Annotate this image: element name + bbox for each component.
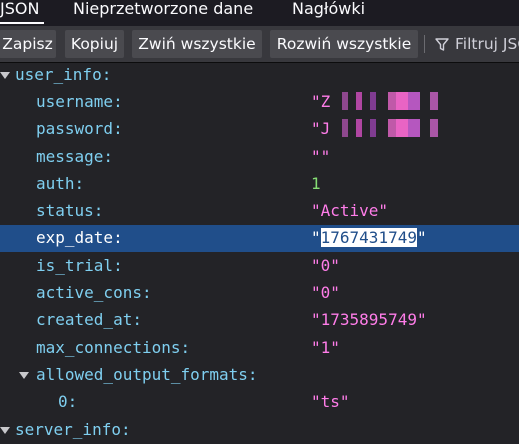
value-exp-date[interactable]: "1767431749" [311, 228, 427, 247]
tab-raw-data[interactable]: Nieprzetworzone dane [73, 0, 253, 22]
key-message: message: [36, 147, 114, 166]
tree-row-auth[interactable]: auth: 1 [0, 171, 519, 198]
viewer-tabs: JSON Nieprzetworzone dane Nagłówki [0, 0, 519, 26]
tree-row-max-connections[interactable]: max_connections: "1" [0, 335, 519, 362]
tree-row-format-0[interactable]: 0: "ts" [0, 389, 519, 416]
value-max-connections: "1" [311, 338, 340, 357]
tab-headers[interactable]: Nagłówki [292, 0, 365, 22]
tree-row-is-trial[interactable]: is_trial: "0" [0, 253, 519, 280]
funnel-icon [435, 38, 449, 51]
filter-placeholder: Filtruj JSON [455, 35, 519, 53]
expanded-twisty-icon[interactable] [0, 427, 10, 434]
active-tab-indicator [0, 22, 44, 24]
key-password: password: [36, 119, 123, 138]
value-format-0: "ts" [311, 392, 350, 411]
value-created-at: "1735895749" [311, 310, 427, 329]
key-username: username: [36, 92, 123, 111]
expanded-twisty-icon[interactable] [0, 72, 10, 79]
expanded-twisty-icon[interactable] [19, 372, 29, 379]
key-allowed-output-formats: allowed_output_formats: [36, 365, 258, 384]
filter-json-input[interactable]: Filtruj JSON [434, 30, 519, 58]
tree-row-status[interactable]: status: "Active" [0, 198, 519, 225]
tab-raw-data-label: Nieprzetworzone dane [73, 0, 254, 18]
tree-row-password[interactable]: password: "J [0, 116, 519, 143]
tree-row-message[interactable]: message: "" [0, 144, 519, 171]
value-username-prefix: "Z [311, 92, 331, 111]
key-is-trial: is_trial: [36, 256, 123, 275]
tab-headers-label: Nagłówki [292, 0, 366, 18]
key-max-connections: max_connections: [36, 338, 191, 357]
toolbar-divider [424, 35, 425, 53]
tree-row-user-info[interactable]: user_info: [0, 62, 519, 89]
save-button[interactable]: Zapisz [0, 30, 56, 58]
value-exp-date-selection: 1767431749 [320, 228, 417, 247]
tab-json[interactable]: JSON [0, 0, 39, 22]
key-created-at: created_at: [36, 310, 142, 329]
tree-row-active-cons[interactable]: active_cons: "0" [0, 280, 519, 307]
collapse-all-button[interactable]: Zwiń wszystkie [132, 30, 262, 58]
key-auth: auth: [36, 174, 85, 193]
value-is-trial: "0" [311, 256, 340, 275]
redacted-blur [330, 91, 449, 110]
tree-row-created-at[interactable]: created_at: "1735895749" [0, 307, 519, 334]
key-exp-date: exp_date: [36, 228, 123, 247]
value-message: "" [311, 147, 331, 166]
tab-json-label: JSON [0, 0, 40, 18]
key-status: status: [36, 201, 104, 220]
expand-all-button[interactable]: Rozwiń wszystkie [270, 30, 418, 58]
key-format-0: 0: [58, 392, 78, 411]
value-password: "J [311, 118, 441, 139]
value-status: "Active" [311, 201, 389, 220]
tree-row-exp-date[interactable]: exp_date: "1767431749" [0, 225, 519, 252]
key-server-info: server_info: [15, 420, 131, 439]
copy-button[interactable]: Kopiuj [65, 30, 124, 58]
tree-row-username[interactable]: username: "Z [0, 89, 519, 116]
value-active-cons: "0" [311, 283, 340, 302]
value-username: "Z [311, 91, 449, 112]
tree-row-allowed-output-formats[interactable]: allowed_output_formats: [0, 362, 519, 389]
key-user-info: user_info: [15, 65, 112, 84]
key-active-cons: active_cons: [36, 283, 152, 302]
json-toolbar: Zapisz Kopiuj Zwiń wszystkie Rozwiń wszy… [0, 26, 519, 63]
value-password-prefix: "J [311, 119, 331, 138]
tree-row-server-info[interactable]: server_info: [0, 417, 519, 444]
redacted-blur [330, 118, 441, 137]
value-auth: 1 [311, 174, 321, 193]
json-tree: user_info: username: "Z password: "J mes… [0, 62, 519, 444]
